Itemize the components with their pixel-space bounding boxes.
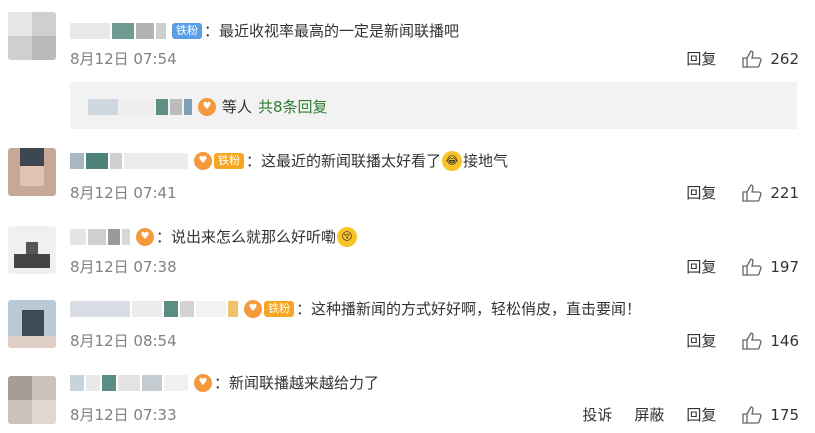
medal-icon: ♥: [136, 227, 154, 246]
thumbs-up-icon: [742, 49, 763, 68]
avatar[interactable]: [8, 226, 56, 274]
reply-suffix: 等人: [222, 98, 253, 116]
comment-actions: 回复 146: [664, 330, 799, 351]
medal-icon: ♥: [194, 151, 212, 170]
like-button[interactable]: 175: [742, 406, 799, 424]
username[interactable]: [70, 152, 190, 170]
reply-username[interactable]: [88, 98, 194, 116]
laughing-emoji-icon: 😂: [442, 150, 463, 171]
block-button[interactable]: 屏蔽: [634, 404, 664, 425]
blushing-emoji-icon: 😚: [337, 226, 358, 247]
reply-button[interactable]: 回复: [686, 330, 716, 351]
comment-content: ：这最近的新闻联播太好看了: [246, 152, 442, 170]
thumbs-up-icon: [742, 257, 763, 276]
thumbs-up-icon: [742, 405, 763, 424]
thumbs-up-icon: [742, 331, 763, 350]
like-count: 197: [770, 257, 799, 276]
reply-button[interactable]: 回复: [686, 256, 716, 277]
medal-icon: ♥: [244, 299, 262, 318]
comment-content-tail: 接地气: [463, 152, 509, 170]
comment-item: 铁粉 ：最近收视率最高的一定是新闻联播吧 8月12日 07:54 回复 262 …: [0, 0, 815, 140]
avatar[interactable]: [8, 12, 56, 60]
like-button[interactable]: 221: [742, 184, 799, 202]
like-count: 146: [770, 331, 799, 350]
fan-badge: 铁粉: [264, 300, 294, 317]
comment-text: ♥ ：新闻联播越来越给力了: [70, 372, 379, 393]
comment-item: ♥ 铁粉 ：这最近的新闻联播太好看了 😂 接地气 8月12日 07:41 回复 …: [0, 140, 815, 216]
comment-content: ：最近收视率最高的一定是新闻联播吧: [204, 22, 460, 40]
comment-item: ♥ ：说出来怎么就那么好听嘞 😚 8月12日 07:38 回复 197: [0, 216, 815, 290]
comment-date: 8月12日 07:38: [70, 258, 177, 276]
report-button[interactable]: 投诉: [582, 404, 612, 425]
like-button[interactable]: 262: [742, 50, 799, 68]
comment-date: 8月12日 07:33: [70, 406, 177, 424]
reply-button[interactable]: 回复: [686, 182, 716, 203]
comment-item: ♥ ：新闻联播越来越给力了 8月12日 07:33 投诉 屏蔽 回复 175: [0, 364, 815, 433]
comment-text: ♥ 铁粉 ：这最近的新闻联播太好看了 😂 接地气: [70, 150, 508, 171]
avatar[interactable]: [8, 300, 56, 348]
comment-text: 铁粉 ：最近收视率最高的一定是新闻联播吧: [70, 20, 459, 41]
username[interactable]: [70, 374, 190, 392]
medal-icon: ♥: [194, 373, 212, 392]
thumbs-up-icon: [742, 183, 763, 202]
comment-actions: 投诉 屏蔽 回复 175: [560, 404, 799, 425]
medal-icon: ♥: [198, 97, 216, 116]
reply-button[interactable]: 回复: [686, 404, 716, 425]
avatar[interactable]: [8, 148, 56, 196]
comment-text: ♥ ：说出来怎么就那么好听嘞 😚: [70, 226, 358, 247]
comment-text: ♥ 铁粉 ：这种播新闻的方式好好啊，轻松俏皮，直击要闻！: [70, 298, 641, 319]
comment-actions: 回复 262: [664, 48, 799, 69]
like-count: 221: [770, 183, 799, 202]
like-button[interactable]: 197: [742, 258, 799, 276]
fan-badge: 铁粉: [172, 22, 202, 39]
comment-item: ♥ 铁粉 ：这种播新闻的方式好好啊，轻松俏皮，直击要闻！ 8月12日 08:54…: [0, 290, 815, 364]
comment-actions: 回复 221: [664, 182, 799, 203]
like-count: 262: [770, 49, 799, 68]
comment-date: 8月12日 08:54: [70, 332, 177, 350]
comment-content: ：这种播新闻的方式好好啊，轻松俏皮，直击要闻！: [296, 300, 642, 318]
like-button[interactable]: 146: [742, 332, 799, 350]
like-count: 175: [770, 405, 799, 424]
comment-actions: 回复 197: [664, 256, 799, 277]
comment-date: 8月12日 07:54: [70, 50, 177, 68]
avatar[interactable]: [8, 376, 56, 424]
username[interactable]: [70, 228, 132, 246]
comment-content: ：说出来怎么就那么好听嘞: [156, 228, 337, 246]
reply-button[interactable]: 回复: [686, 48, 716, 69]
reply-thread: ♥ 等人 共8条回复: [70, 82, 797, 129]
more-replies-link[interactable]: 共8条回复: [258, 96, 328, 117]
username[interactable]: [70, 300, 240, 318]
comment-content: ：新闻联播越来越给力了: [214, 374, 380, 392]
username[interactable]: [70, 22, 168, 40]
fan-badge: 铁粉: [214, 152, 244, 169]
comment-date: 8月12日 07:41: [70, 184, 177, 202]
